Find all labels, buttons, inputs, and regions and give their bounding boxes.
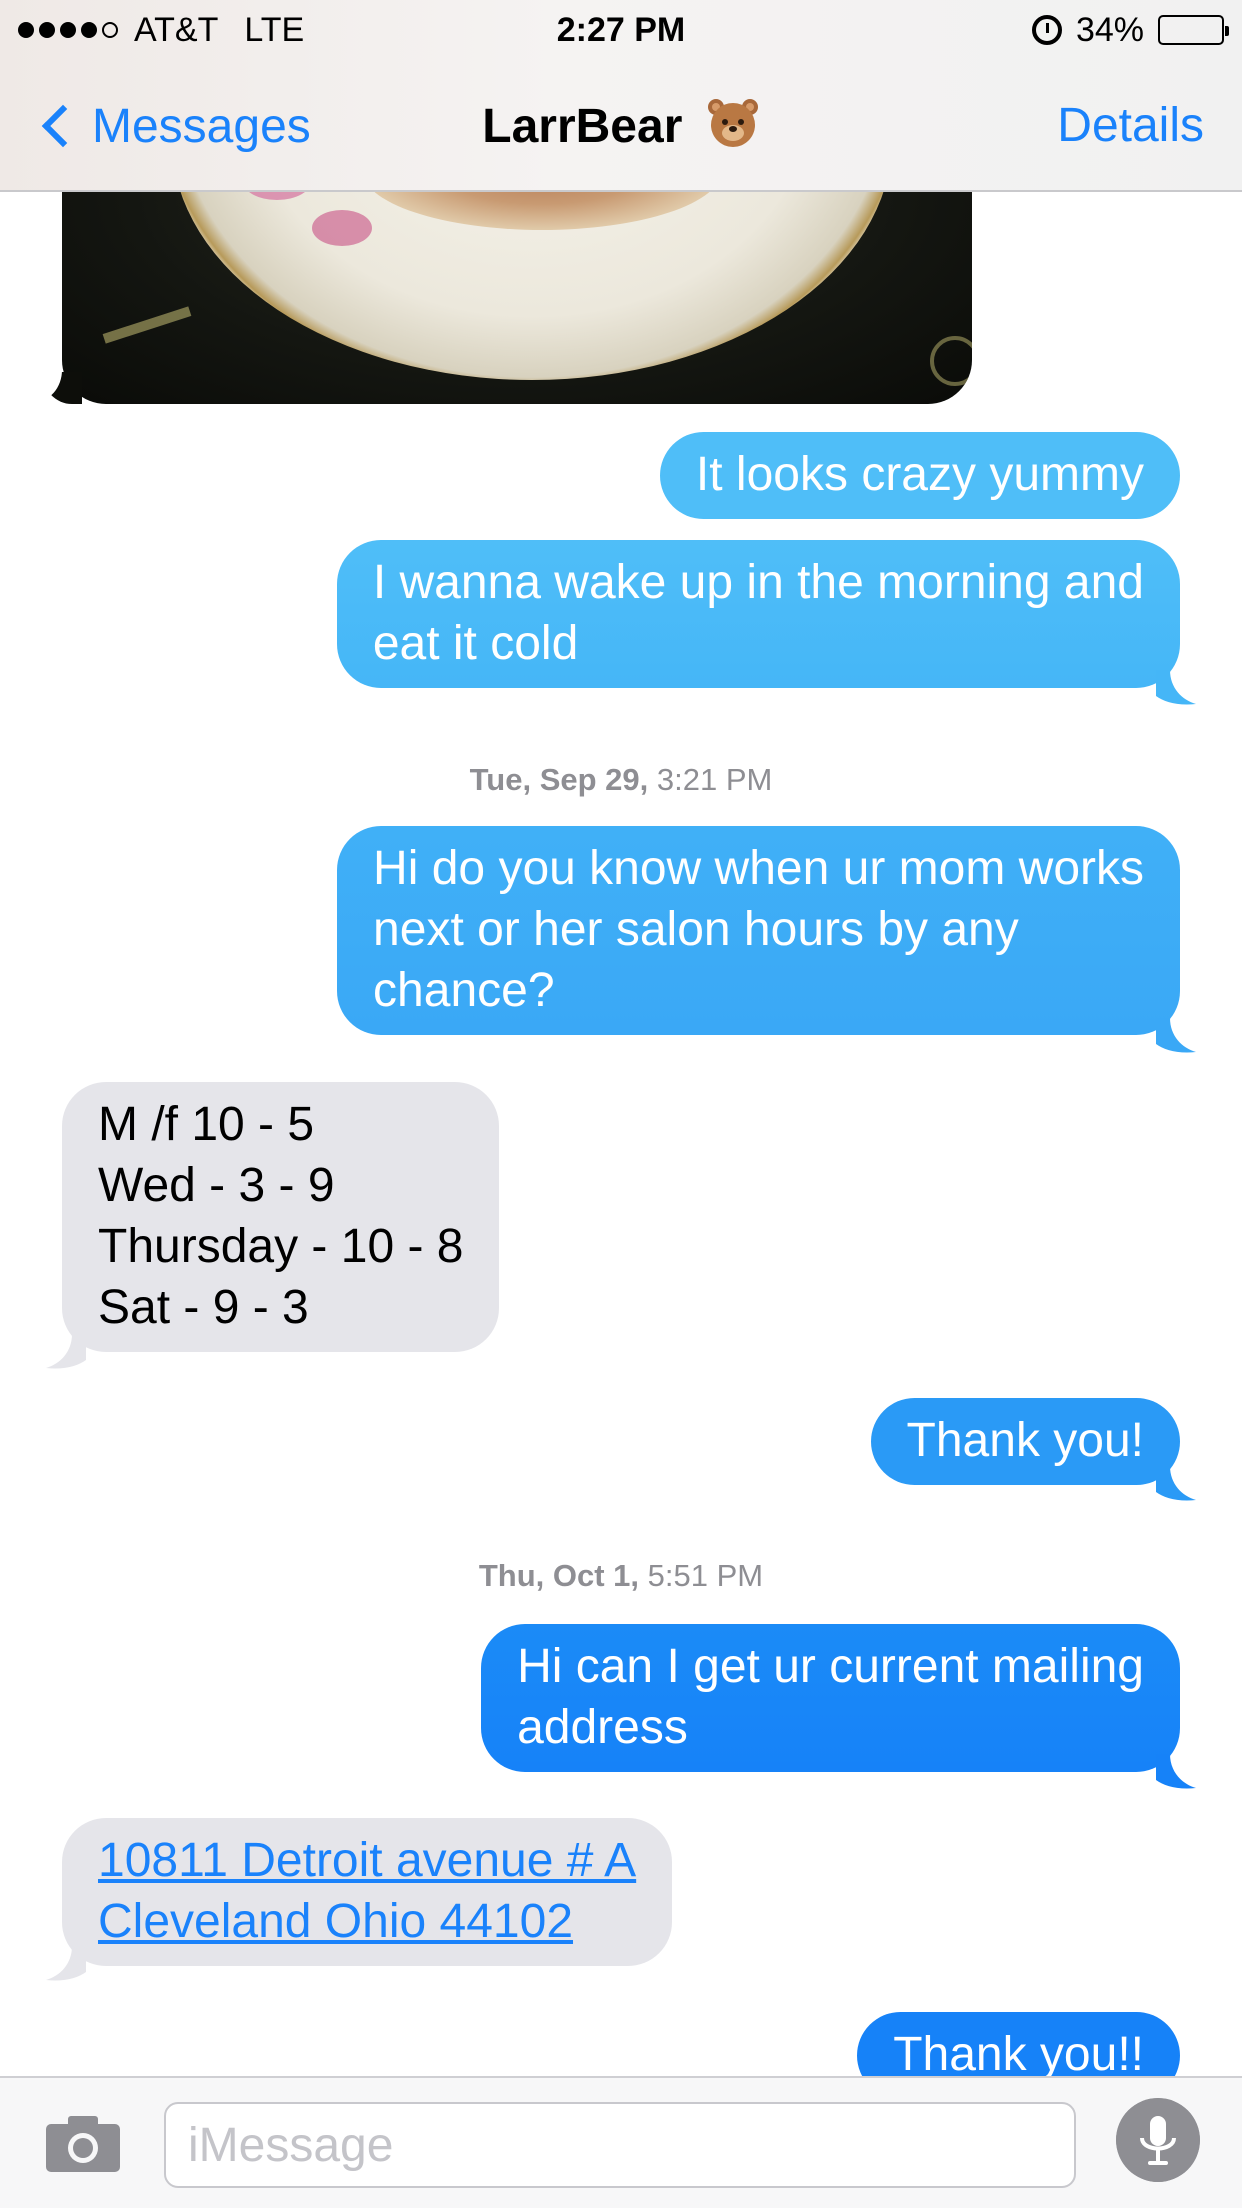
emblem-decoration	[930, 336, 972, 386]
microphone-icon[interactable]	[1116, 2098, 1200, 2182]
imessage-input[interactable]	[164, 2102, 1076, 2188]
timestamp-time: 5:51 PM	[647, 1558, 764, 1593]
outgoing-message[interactable]: Thank you!	[870, 1398, 1180, 1485]
message-text: M /f 10 - 5	[98, 1098, 315, 1151]
timestamp-day: Thu, Oct 1,	[478, 1558, 640, 1593]
message-text: I wanna wake up in the morning and	[372, 556, 1144, 609]
contact-name: LarrBear	[482, 100, 683, 153]
photo-bubble-tail	[30, 366, 82, 404]
battery-percent: 34%	[1075, 11, 1144, 49]
battery-icon	[1158, 15, 1229, 45]
message-text: Hi can I get ur current mailing	[517, 1640, 1144, 1693]
bubble-tail	[46, 1334, 86, 1369]
bubble-tail	[1156, 1018, 1196, 1053]
outgoing-message[interactable]: Hi do you know when ur mom works next or…	[337, 826, 1180, 1035]
message-text: eat it cold	[372, 617, 579, 670]
message-text: Hi do you know when ur mom works	[373, 842, 1144, 895]
message-text: address	[517, 1701, 688, 1754]
message-text: Wed - 3 - 9	[98, 1159, 335, 1212]
timestamp: Tue, Sep 29, 3:21 PM	[0, 762, 1242, 798]
timestamp-time: 3:21 PM	[656, 762, 773, 797]
contact-title[interactable]: LarrBear	[0, 96, 1242, 156]
bubble-tail	[1156, 1754, 1196, 1789]
key-decoration	[102, 306, 192, 344]
bubble-tail	[46, 1946, 86, 1981]
status-bar-right: 34%	[1031, 10, 1229, 50]
message-text: Thursday - 10 - 8	[98, 1220, 464, 1273]
camera-icon[interactable]	[44, 2114, 122, 2174]
timestamp: Thu, Oct 1, 5:51 PM	[0, 1558, 1242, 1594]
bubble-tail	[1156, 1466, 1196, 1501]
address-link[interactable]: 10811 Detroit avenue # A	[98, 1830, 636, 1891]
message-text: Thank you!	[906, 1414, 1144, 1467]
bubble-tail	[1156, 670, 1196, 705]
message-text: next or her salon hours by any	[373, 903, 1019, 956]
outgoing-message[interactable]: Hi can I get ur current mailing address	[481, 1624, 1180, 1772]
incoming-message[interactable]: 10811 Detroit avenue # A Cleveland Ohio …	[62, 1818, 673, 1966]
message-text: Thank you!!	[893, 2028, 1144, 2076]
outgoing-message[interactable]: Thank you!!	[857, 2012, 1180, 2076]
rose-decoration	[312, 210, 372, 246]
message-text: chance?	[373, 964, 555, 1017]
details-button[interactable]: Details	[1057, 96, 1204, 156]
address-link[interactable]: Cleveland Ohio 44102	[98, 1891, 636, 1952]
alarm-icon	[1031, 15, 1062, 45]
message-input-bar	[0, 2076, 1242, 2208]
message-text: Sat - 9 - 3	[98, 1281, 309, 1334]
timestamp-day: Tue, Sep 29,	[469, 762, 649, 797]
navigation-header: AT&T LTE 2:27 PM 34% Messages LarrBear D…	[0, 0, 1242, 192]
bear-face-icon	[707, 99, 758, 147]
outgoing-message[interactable]: I wanna wake up in the morning and eat i…	[336, 540, 1180, 688]
message-text: It looks crazy yummy	[695, 448, 1144, 501]
outgoing-message[interactable]: It looks crazy yummy	[659, 432, 1180, 519]
conversation-view[interactable]: It looks crazy yummy I wanna wake up in …	[0, 0, 1242, 2076]
incoming-message[interactable]: M /f 10 - 5 Wed - 3 - 9 Thursday - 10 - …	[62, 1082, 500, 1352]
